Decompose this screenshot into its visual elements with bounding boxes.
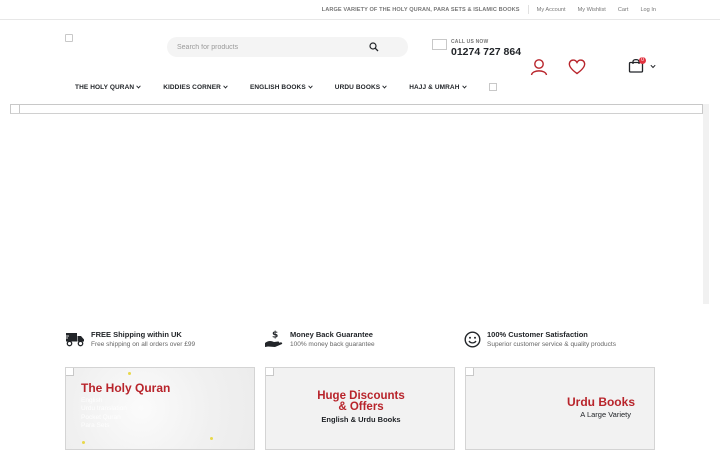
banner-image [11, 105, 20, 113]
feature-money-back: $ Money Back Guarantee 100% money back g… [264, 330, 375, 348]
call-now: CALL US NOW 01274 727 864 [432, 39, 521, 58]
banner-scroll-edge [703, 104, 709, 304]
card-huge-discounts[interactable]: Huge Discounts & Offers English & Urdu B… [265, 367, 455, 450]
money-hand-icon: $ [265, 331, 283, 347]
search-bar [167, 37, 408, 57]
chevron-down-icon [461, 85, 467, 89]
user-icon[interactable] [530, 58, 548, 76]
promo-text: LARGE VARIETY OF THE HOLY QURAN, PARA SE… [321, 6, 520, 13]
heart-icon[interactable] [568, 58, 586, 75]
login-link[interactable]: Log In [640, 7, 656, 13]
card-subtitle: English & Urdu Books [321, 415, 401, 424]
hero-banner[interactable] [10, 104, 703, 114]
card-image [66, 368, 74, 376]
card-line: Para Sets [81, 422, 110, 429]
cart-button[interactable]: 0 [628, 57, 656, 78]
star-decoration [82, 441, 85, 444]
top-bar: LARGE VARIETY OF THE HOLY QURAN, PARA SE… [0, 0, 720, 20]
feature-subtitle: 100% money back guarantee [290, 341, 375, 348]
nav-label: ENGLISH BOOKS [249, 83, 306, 91]
card-holy-quran[interactable]: The Holy Quran English Urdu translation … [65, 367, 255, 450]
phone-number[interactable]: 01274 727 864 [451, 46, 521, 58]
chevron-down-icon[interactable] [650, 64, 656, 69]
card-line: Urdu translation [81, 405, 127, 412]
heading-line-2: & Offers [338, 401, 384, 413]
feature-satisfaction: 100% Customer Satisfaction Superior cust… [464, 330, 616, 348]
search-input[interactable] [177, 43, 357, 51]
nav-label: THE HOLY QURAN [75, 83, 135, 91]
card-image [466, 368, 474, 376]
chevron-down-icon [136, 85, 141, 89]
feature-title: Money Back Guarantee [290, 330, 373, 339]
feature-title: FREE Shipping within UK [91, 330, 182, 339]
divider [527, 5, 529, 14]
star-decoration [128, 372, 131, 375]
chevron-down-icon [223, 85, 228, 89]
nav-item-holy-quran[interactable]: THE HOLY QURAN [75, 83, 141, 91]
phone-image [432, 39, 447, 50]
main-nav: THE HOLY QURAN KIDDIES CORNER ENGLISH BO… [75, 83, 497, 91]
card-urdu-books[interactable]: Urdu Books A Large Variety [465, 367, 655, 450]
truck-icon [65, 333, 84, 347]
my-account-link[interactable]: My Account [537, 7, 566, 13]
card-line: Pocket Quran [81, 414, 121, 421]
card-image [266, 368, 274, 376]
search-icon[interactable] [369, 42, 379, 52]
chevron-down-icon [308, 85, 313, 89]
card-heading: The Holy Quran [81, 381, 171, 395]
nav-image[interactable] [488, 83, 497, 91]
card-line: English [81, 397, 103, 404]
card-heading: Huge Discounts & Offers [266, 390, 454, 413]
nav-item-english-books[interactable]: ENGLISH BOOKS [250, 83, 313, 91]
smiley-icon [464, 330, 481, 348]
feature-free-shipping: FREE Shipping within UK Free shipping on… [65, 330, 195, 348]
nav-item-urdu-books[interactable]: URDU BOOKS [335, 83, 387, 91]
card-subtitle: A Large Variety [580, 410, 631, 419]
nav-label: KIDDIES CORNER [163, 83, 221, 91]
my-wishlist-link[interactable]: My Wishlist [578, 7, 606, 13]
call-label: CALL US NOW [451, 39, 489, 45]
chevron-down-icon [382, 85, 387, 89]
feature-subtitle: Free shipping on all orders over £99 [91, 341, 196, 348]
nav-label: URDU BOOKS [334, 83, 381, 91]
star-decoration [210, 437, 213, 440]
site-logo[interactable] [65, 34, 73, 42]
cart-count-badge: 0 [639, 57, 646, 64]
card-heading: Urdu Books [566, 395, 635, 409]
header: CALL US NOW 01274 727 864 0 [0, 20, 720, 76]
svg-text:$: $ [272, 331, 278, 341]
nav-label: HAJJ & UMRAH [409, 83, 460, 91]
feature-subtitle: Superior customer service & quality prod… [487, 341, 616, 348]
nav-item-hajj-umrah[interactable]: HAJJ & UMRAH [409, 83, 467, 91]
nav-item-kiddies-corner[interactable]: KIDDIES CORNER [163, 83, 228, 91]
cart-link[interactable]: Cart [618, 7, 629, 13]
feature-title: 100% Customer Satisfaction [487, 330, 588, 339]
